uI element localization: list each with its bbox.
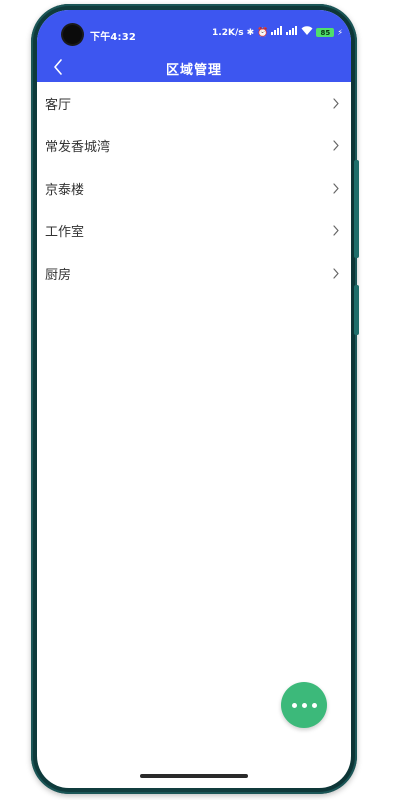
area-item-jingtai[interactable]: 京泰楼 — [37, 167, 351, 210]
area-item-label: 京泰楼 — [45, 182, 85, 198]
area-item-label: 客厅 — [45, 97, 72, 113]
alarm-icon: ⏰ — [257, 27, 269, 38]
area-item-kitchen[interactable]: 厨房 — [37, 252, 351, 295]
bluetooth-icon: ✱ — [246, 27, 255, 38]
status-time: 下午4:32 — [90, 32, 137, 43]
page-title: 区域管理 — [165, 63, 222, 78]
volume-button — [354, 160, 359, 258]
battery-icon: 85 — [316, 28, 335, 37]
app-header: 下午4:32 1.2K/s ✱ ⏰ 85 ⚡ 区域管理 — [37, 10, 351, 82]
camera-cutout — [63, 25, 82, 44]
area-item-label: 常发香城湾 — [45, 140, 111, 156]
area-list: 客厅 常发香城湾 京泰楼 工作室 厨房 — [37, 82, 351, 295]
more-horizontal-icon — [291, 702, 317, 708]
page: 下午4:32 1.2K/s ✱ ⏰ 85 ⚡ 区域管理 客厅 常发香城湾 京泰楼… — [0, 0, 400, 800]
charging-icon: ⚡ — [337, 28, 343, 37]
area-item-label: 工作室 — [45, 225, 85, 241]
title-bar: 区域管理 — [37, 52, 351, 82]
power-button — [354, 285, 359, 335]
area-item-studio[interactable]: 工作室 — [37, 210, 351, 253]
signal-icon-2 — [286, 26, 298, 39]
network-speed: 1.2K/s — [212, 27, 244, 38]
area-item-living-room[interactable]: 客厅 — [37, 82, 351, 125]
wifi-icon — [301, 26, 313, 39]
chevron-right-icon — [331, 96, 341, 110]
screen: 下午4:32 1.2K/s ✱ ⏰ 85 ⚡ 区域管理 客厅 常发香城湾 京泰楼… — [37, 10, 351, 788]
area-item-label: 厨房 — [45, 267, 72, 283]
battery-level: 85 — [320, 28, 331, 37]
signal-icon — [271, 26, 283, 39]
chevron-right-icon — [331, 139, 341, 153]
home-indicator[interactable] — [140, 774, 248, 778]
chevron-right-icon — [331, 266, 341, 280]
status-bar: 下午4:32 1.2K/s ✱ ⏰ 85 ⚡ — [37, 10, 351, 52]
chevron-right-icon — [331, 224, 341, 238]
chevron-right-icon — [331, 181, 341, 195]
area-item-changfa[interactable]: 常发香城湾 — [37, 125, 351, 168]
status-indicators: 1.2K/s ✱ ⏰ 85 ⚡ — [212, 26, 343, 39]
more-actions-button[interactable] — [281, 682, 327, 728]
